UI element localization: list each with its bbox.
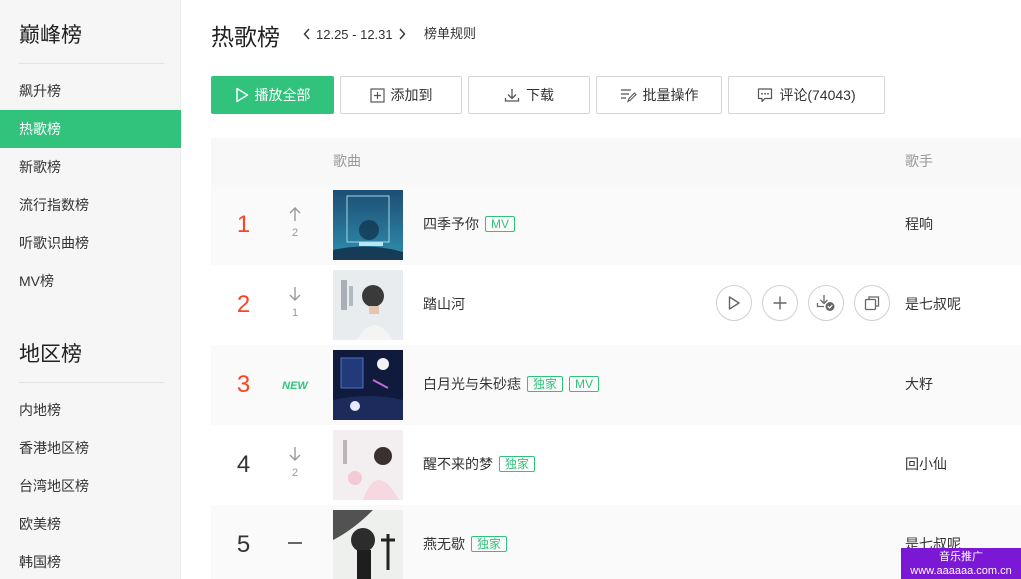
rank-number: 1 bbox=[236, 211, 251, 238]
rank-change bbox=[277, 526, 313, 544]
sidebar-item-mv[interactable]: MV榜 bbox=[0, 262, 181, 300]
batch-operation-label: 批量操作 bbox=[642, 87, 699, 103]
row-download-button[interactable] bbox=[808, 285, 844, 321]
artist-name[interactable]: 回小仙 bbox=[905, 454, 947, 474]
new-entry-badge: NEW bbox=[282, 380, 308, 392]
sidebar-item-new-songs[interactable]: 新歌榜 bbox=[0, 148, 181, 186]
watermark: 音乐推广 www.aaaaaa.com.cn bbox=[901, 548, 1021, 579]
download-button[interactable]: 下载 bbox=[468, 76, 590, 114]
sidebar-item-soaring[interactable]: 飙升榜 bbox=[0, 72, 181, 110]
add-to-button[interactable]: 添加到 bbox=[340, 76, 462, 114]
play-icon bbox=[235, 87, 248, 103]
chevron-left-icon[interactable] bbox=[300, 24, 314, 44]
rank-change-value: 2 bbox=[291, 467, 299, 479]
comments-button[interactable]: 评论(74043) bbox=[728, 76, 885, 114]
sidebar-item-taiwan[interactable]: 台湾地区榜 bbox=[0, 467, 181, 505]
rank-change: NEW bbox=[277, 366, 313, 392]
share-icon bbox=[864, 296, 880, 311]
artist-name[interactable]: 程响 bbox=[905, 214, 933, 234]
column-song: 歌曲 bbox=[333, 153, 361, 169]
row-add-button[interactable] bbox=[762, 285, 798, 321]
date-navigator: 12.25 - 12.31 bbox=[300, 24, 409, 44]
album-cover[interactable] bbox=[333, 430, 403, 500]
album-cover[interactable] bbox=[333, 510, 403, 579]
batch-edit-icon bbox=[620, 88, 637, 103]
song-title-text: 醒不来的梦 bbox=[423, 456, 493, 472]
batch-operation-button[interactable]: 批量操作 bbox=[596, 76, 722, 114]
sidebar-item-pop-index[interactable]: 流行指数榜 bbox=[0, 186, 181, 224]
song-title[interactable]: 踏山河 bbox=[423, 294, 465, 314]
song-title-text: 白月光与朱砂痣 bbox=[423, 376, 521, 392]
exclusive-tag: 独家 bbox=[471, 536, 508, 552]
song-title-text: 踏山河 bbox=[423, 296, 465, 312]
song-title[interactable]: 燕无歇 独家 bbox=[423, 534, 508, 554]
arrow-up-icon bbox=[289, 207, 301, 221]
artist-name[interactable]: 是七叔呢 bbox=[905, 294, 961, 314]
rank-change-value: 1 bbox=[291, 307, 299, 319]
exclusive-tag: 独家 bbox=[499, 456, 536, 472]
play-all-button[interactable]: 播放全部 bbox=[211, 76, 334, 114]
rank-change: 1 bbox=[277, 286, 313, 320]
album-cover[interactable] bbox=[333, 350, 403, 420]
no-change-icon bbox=[288, 542, 302, 544]
row-share-button[interactable] bbox=[854, 285, 890, 321]
rank-number: 4 bbox=[236, 451, 251, 478]
mv-tag[interactable]: MV bbox=[485, 216, 515, 232]
exclusive-tag: 独家 bbox=[527, 376, 564, 392]
rank-change-value: 2 bbox=[291, 227, 299, 239]
table-row[interactable]: 1 2 四季予你 MV 程响 bbox=[211, 185, 1021, 265]
comments-label: 评论(74043) bbox=[779, 87, 856, 103]
table-row[interactable]: 4 2 醒不来的梦 独家 回小仙 bbox=[211, 425, 1021, 505]
rank-change: 2 bbox=[277, 206, 313, 240]
sidebar-item-hongkong[interactable]: 香港地区榜 bbox=[0, 429, 181, 467]
song-title[interactable]: 醒不来的梦 独家 bbox=[423, 454, 536, 474]
sidebar-divider bbox=[19, 63, 164, 64]
song-title-text: 四季予你 bbox=[423, 216, 479, 232]
watermark-line2: www.aaaaaa.com.cn bbox=[910, 565, 1012, 577]
row-actions bbox=[716, 285, 890, 321]
rank-number: 3 bbox=[236, 371, 251, 398]
watermark-line1: 音乐推广 bbox=[939, 551, 983, 563]
album-cover[interactable] bbox=[333, 190, 403, 260]
chevron-right-icon[interactable] bbox=[395, 24, 409, 44]
download-label: 下载 bbox=[526, 87, 554, 103]
song-title-text: 燕无歇 bbox=[423, 536, 465, 552]
song-title[interactable]: 四季予你 MV bbox=[423, 214, 515, 234]
sidebar-section-region-title: 地区榜 bbox=[19, 343, 82, 366]
sidebar-divider bbox=[19, 382, 164, 383]
mv-tag[interactable]: MV bbox=[569, 376, 600, 392]
arrow-down-icon bbox=[289, 447, 301, 461]
column-artist: 歌手 bbox=[905, 153, 933, 169]
sidebar-item-song-recognition[interactable]: 听歌识曲榜 bbox=[0, 224, 181, 262]
sidebar-section-peak-title: 巅峰榜 bbox=[19, 24, 82, 47]
arrow-down-icon bbox=[289, 287, 301, 301]
artist-name[interactable]: 大籽 bbox=[905, 374, 933, 394]
sidebar-item-hot-songs[interactable]: 热歌榜 bbox=[0, 110, 181, 148]
page-title: 热歌榜 bbox=[211, 24, 280, 50]
chart-rules-link[interactable]: 榜单规则 bbox=[424, 24, 476, 44]
rank-change: 2 bbox=[277, 446, 313, 480]
play-icon bbox=[728, 296, 740, 310]
comment-icon bbox=[758, 88, 773, 103]
table-row[interactable]: 2 1 踏山河 是七叔呢 bbox=[211, 265, 1021, 345]
table-row[interactable]: 5 燕无歇 独家 是七叔呢 bbox=[211, 505, 1021, 579]
row-play-button[interactable] bbox=[716, 285, 752, 321]
sidebar: 巅峰榜 飙升榜 热歌榜 新歌榜 流行指数榜 听歌识曲榜 MV榜 地区榜 内地榜 … bbox=[0, 0, 181, 579]
plus-icon bbox=[773, 296, 787, 310]
album-cover[interactable] bbox=[333, 270, 403, 340]
download-vip-icon bbox=[816, 295, 835, 311]
sidebar-item-korea[interactable]: 韩国榜 bbox=[0, 543, 181, 579]
table-row[interactable]: 3 NEW 白月光与朱砂痣 独家 MV 大籽 bbox=[211, 345, 1021, 425]
add-to-label: 添加到 bbox=[390, 87, 433, 103]
song-title[interactable]: 白月光与朱砂痣 独家 MV bbox=[423, 374, 600, 394]
date-range: 12.25 - 12.31 bbox=[316, 26, 393, 42]
plus-square-icon bbox=[369, 87, 385, 103]
download-icon bbox=[504, 89, 520, 102]
sidebar-item-mainland[interactable]: 内地榜 bbox=[0, 391, 181, 429]
table-header: 歌曲 歌手 bbox=[211, 138, 1021, 185]
sidebar-item-western[interactable]: 欧美榜 bbox=[0, 505, 181, 543]
play-all-label: 播放全部 bbox=[254, 87, 311, 103]
rank-number: 2 bbox=[236, 291, 251, 318]
rank-number: 5 bbox=[236, 531, 251, 558]
